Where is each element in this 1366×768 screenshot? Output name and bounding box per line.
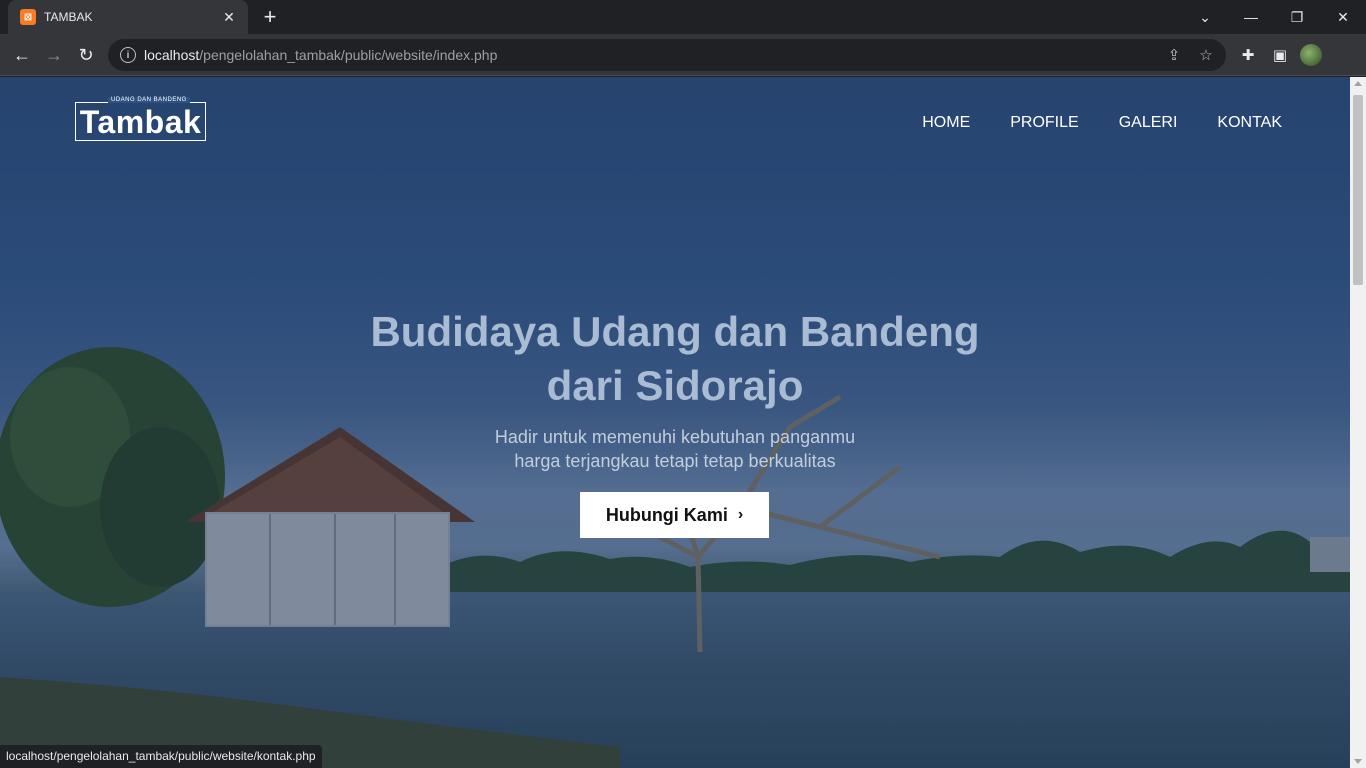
- url-host: localhost: [144, 47, 200, 63]
- scroll-thumb[interactable]: [1353, 95, 1363, 285]
- browser-tab[interactable]: ⊠ TAMBAK ✕: [8, 0, 248, 34]
- address-bar[interactable]: i localhost /pengelolahan_tambak/public/…: [108, 39, 1226, 71]
- browser-toolbar: ← → ↻ i localhost /pengelolahan_tambak/p…: [0, 34, 1366, 76]
- nav-kontak[interactable]: KONTAK: [1217, 114, 1282, 132]
- nav-home[interactable]: HOME: [922, 114, 970, 132]
- hero-subtitle: Hadir untuk memenuhi kebutuhan panganmu …: [375, 425, 975, 473]
- link-status-bar: localhost/pengelolahan_tambak/public/web…: [0, 745, 322, 768]
- tab-strip: ⊠ TAMBAK ✕ + ⌄ — ❐ ✕: [0, 0, 1366, 34]
- new-tab-button[interactable]: +: [258, 5, 282, 29]
- hero-title-line-2: dari Sidorajo: [546, 362, 804, 409]
- tab-search-chevron-icon[interactable]: ⌄: [1182, 0, 1228, 34]
- close-window-icon[interactable]: ✕: [1320, 0, 1366, 34]
- site-info-icon[interactable]: i: [120, 47, 136, 63]
- side-panel-icon[interactable]: ▣: [1266, 41, 1294, 69]
- extensions-puzzle-icon[interactable]: ✚: [1234, 41, 1262, 69]
- hero-dark-overlay: [0, 77, 1350, 768]
- reload-icon[interactable]: ↻: [72, 41, 100, 69]
- site-logo[interactable]: UDANG DAN BANDENG Tambak: [75, 97, 206, 141]
- logo-wordmark: Tambak: [79, 103, 202, 140]
- nav-galeri[interactable]: GALERI: [1119, 114, 1178, 132]
- profile-avatar[interactable]: [1300, 44, 1322, 66]
- page-viewport: UDANG DAN BANDENG Tambak HOME PROFILE GA…: [0, 77, 1350, 768]
- hero-title-line-1: Budidaya Udang dan Bandeng: [370, 308, 980, 355]
- hero-subtitle-line-2: harga terjangkau tetapi tetap berkualita…: [514, 451, 836, 471]
- forward-arrow-icon[interactable]: →: [40, 41, 68, 69]
- share-icon[interactable]: ⇪: [1162, 43, 1186, 67]
- nav-profile[interactable]: PROFILE: [1010, 114, 1078, 132]
- tab-title: TAMBAK: [44, 10, 93, 24]
- bookmark-star-icon[interactable]: ☆: [1194, 43, 1218, 67]
- tab-close-icon[interactable]: ✕: [220, 8, 238, 26]
- scroll-up-arrow-icon[interactable]: [1354, 81, 1362, 86]
- hero-title: Budidaya Udang dan Bandeng dari Sidorajo: [275, 305, 1075, 413]
- restore-icon[interactable]: ❐: [1274, 0, 1320, 34]
- logo-tagline: UDANG DAN BANDENG: [108, 97, 190, 103]
- omnibox-actions: ⇪ ☆: [1162, 43, 1218, 67]
- chevron-right-icon: ›: [737, 506, 744, 523]
- scroll-down-arrow-icon[interactable]: [1354, 759, 1362, 764]
- page-scrollbar[interactable]: [1350, 77, 1366, 768]
- main-nav: HOME PROFILE GALERI KONTAK: [922, 114, 1282, 132]
- cta-label: Hubungi Kami: [605, 504, 728, 525]
- hubungi-kami-button[interactable]: Hubungi Kami ›: [580, 492, 769, 538]
- minimize-icon[interactable]: —: [1228, 0, 1274, 34]
- back-arrow-icon[interactable]: ←: [8, 41, 36, 69]
- hero-subtitle-line-1: Hadir untuk memenuhi kebutuhan panganmu: [494, 427, 856, 447]
- url-path: /pengelolahan_tambak/public/website/inde…: [199, 47, 498, 63]
- xampp-favicon-icon: ⊠: [20, 9, 36, 25]
